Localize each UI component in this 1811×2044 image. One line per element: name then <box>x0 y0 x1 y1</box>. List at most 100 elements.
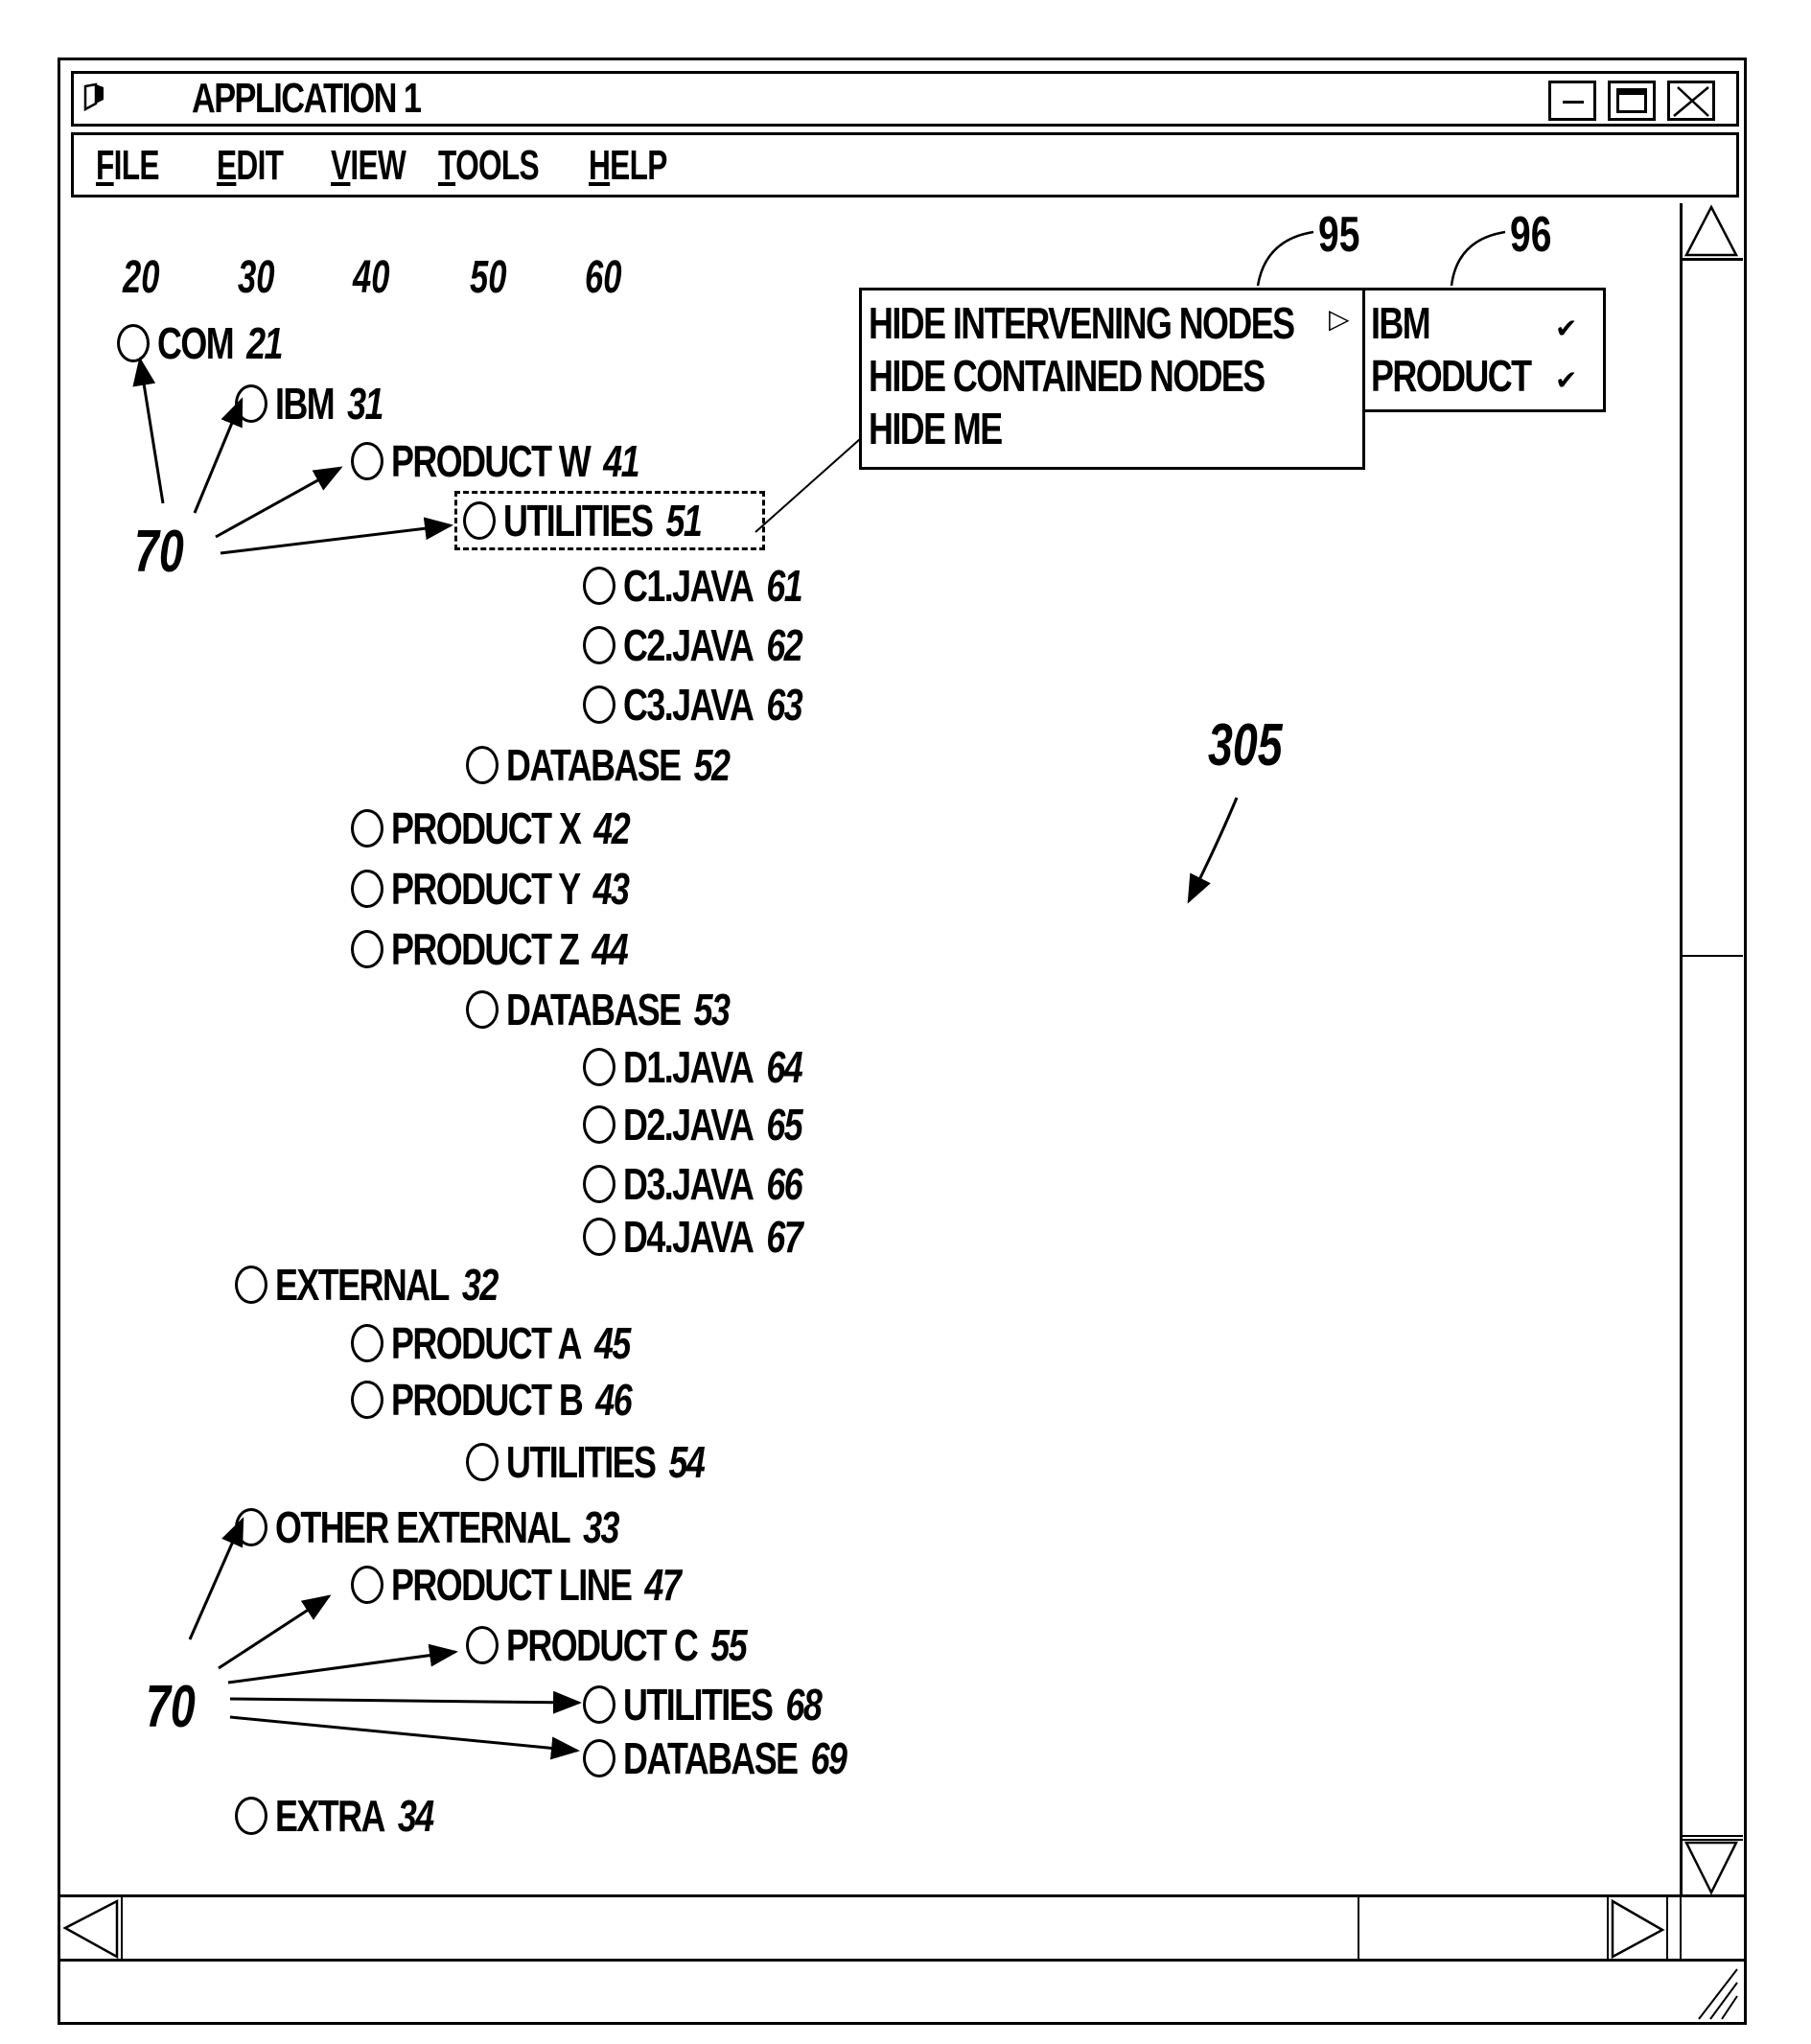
node-circle-icon[interactable] <box>583 1739 615 1777</box>
node-circle-icon[interactable] <box>235 1508 267 1546</box>
tree-node-label-group: PRODUCT Y 43 <box>391 863 630 915</box>
menu-help-mnemonic: H <box>589 142 611 189</box>
vertical-scrollbar[interactable] <box>1680 203 1743 1894</box>
tree-node[interactable]: DATABASE 69 <box>583 1731 909 1785</box>
submenu-item-ibm[interactable]: IBM <box>1371 297 1431 349</box>
node-circle-icon[interactable] <box>466 746 499 784</box>
tree-node[interactable]: D1.JAVA 64 <box>583 1040 852 1094</box>
submenu-arrow-icon: ▷ <box>1329 304 1350 334</box>
node-circle-icon[interactable] <box>466 990 499 1029</box>
close-button[interactable] <box>1667 81 1715 121</box>
scroll-up-button[interactable] <box>1683 203 1743 261</box>
node-circle-icon[interactable] <box>583 1048 615 1086</box>
tree-node-label: PRODUCT Z <box>391 924 580 974</box>
maximize-button[interactable] <box>1608 81 1656 121</box>
tree-node[interactable]: C1.JAVA 61 <box>583 559 852 613</box>
tree-node[interactable]: PRODUCT LINE 47 <box>351 1558 761 1612</box>
tree-node[interactable]: UTILITIES 68 <box>583 1678 876 1731</box>
node-circle-icon[interactable] <box>466 1443 499 1481</box>
tree-node-label: PRODUCT B <box>391 1375 584 1425</box>
node-circle-icon[interactable] <box>583 626 615 664</box>
tree-node[interactable]: DATABASE 53 <box>466 983 792 1036</box>
tree-node[interactable]: PRODUCT A 45 <box>351 1316 697 1370</box>
node-circle-icon[interactable] <box>235 1266 267 1304</box>
context-menu-item-hide-intervening[interactable]: HIDE INTERVENING NODES <box>869 297 1295 349</box>
vertical-scroll-thumb[interactable] <box>1683 261 1743 957</box>
node-circle-icon[interactable] <box>583 567 615 605</box>
tree-node[interactable]: OTHER EXTERNAL 33 <box>235 1500 715 1554</box>
scroll-down-button[interactable] <box>1683 1835 1743 1894</box>
submenu-item-product[interactable]: PRODUCT <box>1371 350 1532 402</box>
tree-node[interactable]: D4.JAVA 67 <box>583 1210 852 1264</box>
tree-node[interactable]: D3.JAVA 66 <box>583 1157 852 1211</box>
tree-node[interactable]: PRODUCT Y 43 <box>351 862 695 916</box>
submenu-ref-label: 96 <box>1510 207 1552 263</box>
node-circle-icon[interactable] <box>235 384 267 423</box>
tree-node[interactable]: EXTRA 34 <box>235 1789 477 1843</box>
tree-node[interactable]: PRODUCT B 46 <box>351 1373 699 1427</box>
node-circle-icon[interactable] <box>583 1218 615 1256</box>
tree-node[interactable]: COM 21 <box>117 316 317 370</box>
node-circle-icon[interactable] <box>351 809 383 848</box>
node-circle-icon[interactable] <box>583 1685 615 1724</box>
node-circle-icon[interactable] <box>466 1626 499 1664</box>
node-circle-icon[interactable] <box>463 501 496 540</box>
tree-node-label-group: DATABASE 52 <box>506 739 731 791</box>
tree-node[interactable]: UTILITIES 54 <box>466 1435 759 1489</box>
tree-node[interactable]: DATABASE 52 <box>466 738 792 792</box>
context-menu-item-hide-contained[interactable]: HIDE CONTAINED NODES <box>869 350 1265 402</box>
tree-node-label: EXTRA <box>275 1791 385 1841</box>
tree-node-ref: 45 <box>593 1318 631 1368</box>
node-circle-icon[interactable] <box>235 1797 267 1835</box>
tree-node-label: DATABASE <box>623 1733 799 1783</box>
tree-node-ref: 54 <box>668 1437 705 1487</box>
menu-edit[interactable]: EDIT <box>217 142 284 190</box>
node-circle-icon[interactable] <box>351 930 383 968</box>
tree-node-label: D1.JAVA <box>623 1042 755 1092</box>
menu-tools[interactable]: TOOLS <box>438 142 540 190</box>
node-circle-icon[interactable] <box>583 1165 615 1203</box>
tree-node-ref: 34 <box>397 1791 434 1841</box>
tree-node-label: COM <box>157 318 235 368</box>
tree-node[interactable]: PRODUCT W 41 <box>351 434 708 488</box>
app-icon <box>83 82 104 111</box>
tree-node[interactable]: C3.JAVA 63 <box>583 678 852 732</box>
tree-node-label-group: PRODUCT W 41 <box>391 435 640 487</box>
minimize-button[interactable] <box>1548 81 1596 121</box>
node-circle-icon[interactable] <box>583 1105 615 1144</box>
tree-node[interactable]: D2.JAVA 65 <box>583 1098 852 1151</box>
checkmark-icon: ✔ <box>1555 365 1578 395</box>
tree-node-ref: 64 <box>766 1042 802 1092</box>
node-circle-icon[interactable] <box>351 1381 383 1419</box>
tree-node[interactable]: PRODUCT Z 44 <box>351 922 694 976</box>
horizontal-scroll-thumb[interactable] <box>1358 1897 1359 1959</box>
tree-node[interactable]: PRODUCT X 42 <box>351 801 696 855</box>
menu-file[interactable]: FILE <box>96 142 159 190</box>
node-circle-icon[interactable] <box>351 870 383 908</box>
arrow-left-icon <box>62 1898 119 1959</box>
tree-node-ref: 42 <box>593 803 630 853</box>
horizontal-scrollbar[interactable] <box>58 1894 1680 1962</box>
tree-node[interactable]: PRODUCT C 55 <box>466 1618 814 1672</box>
context-menu-item-hide-me[interactable]: HIDE ME <box>869 403 1003 454</box>
tree-node[interactable]: EXTERNAL 32 <box>235 1258 560 1312</box>
scroll-right-button[interactable] <box>1607 1897 1668 1959</box>
scroll-left-button[interactable] <box>58 1897 123 1959</box>
tree-node-label-group: EXTRA 34 <box>275 1790 434 1842</box>
tree-node-label-group: UTILITIES 51 <box>503 495 703 546</box>
tree-node-selected[interactable]: UTILITIES 51 <box>454 491 766 550</box>
menu-file-mnemonic: F <box>96 142 114 189</box>
status-bar <box>58 1962 1747 2025</box>
node-circle-icon[interactable] <box>117 324 150 362</box>
tree-node-ref: 41 <box>603 436 639 486</box>
node-circle-icon[interactable] <box>351 1324 383 1362</box>
node-circle-icon[interactable] <box>583 685 615 724</box>
tree-node[interactable]: IBM 31 <box>235 377 413 430</box>
menu-help[interactable]: HELP <box>589 142 667 190</box>
tree-node[interactable]: C2.JAVA 62 <box>583 618 852 672</box>
node-circle-icon[interactable] <box>351 1566 383 1604</box>
menu-view[interactable]: VIEW <box>331 142 406 190</box>
node-circle-icon[interactable] <box>351 442 383 480</box>
resize-grip-icon[interactable] <box>1695 1963 1741 2021</box>
tree-node-label: D2.JAVA <box>623 1100 755 1150</box>
